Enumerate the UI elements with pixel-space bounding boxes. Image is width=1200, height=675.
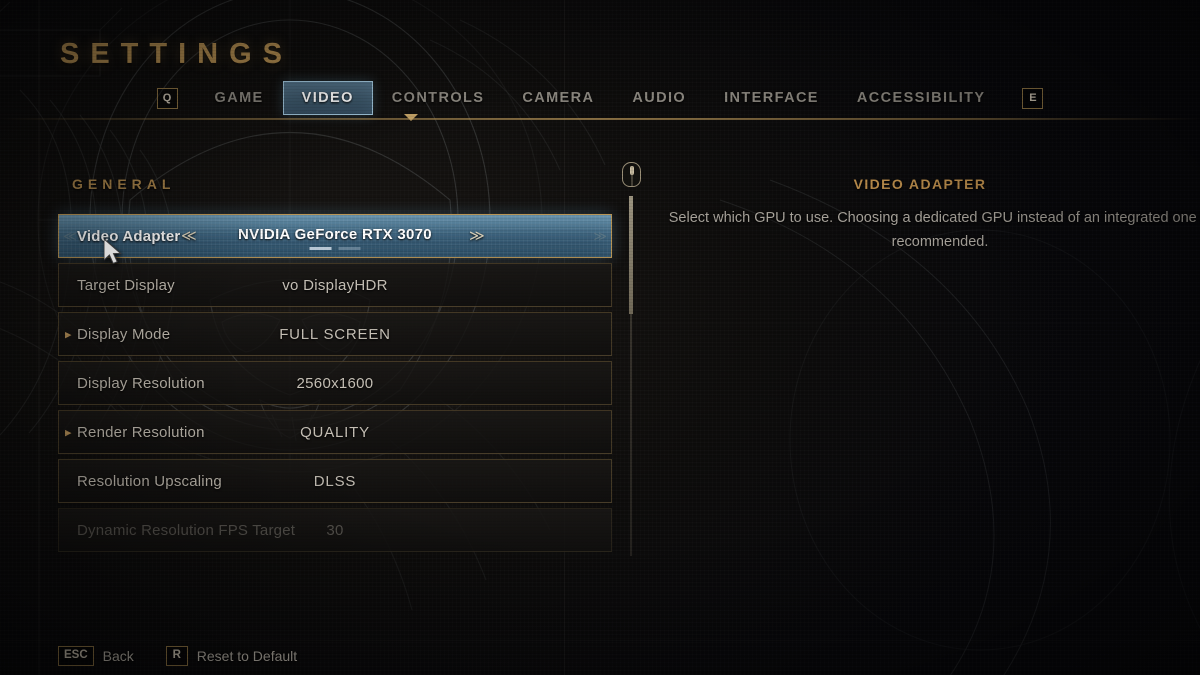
option-label-display-resolution: Display Resolution — [77, 374, 205, 392]
tab-camera[interactable]: CAMERA — [503, 81, 613, 115]
tab-interface[interactable]: INTERFACE — [705, 81, 838, 115]
option-row-display-resolution[interactable]: Display Resolution 2560x1600 — [58, 361, 612, 405]
tab-prev-key-hint[interactable]: Q — [156, 87, 178, 109]
option-row-dynamic-resolution-fps-target: Dynamic Resolution FPS Target 30 — [58, 508, 612, 552]
option-row-display-mode[interactable]: ▸ Display Mode FULL SCREEN — [58, 312, 612, 356]
mouse-scroll-icon — [622, 162, 641, 187]
option-label-resolution-upscaling: Resolution Upscaling — [77, 472, 222, 490]
footer-action-reset-to-default[interactable]: R Reset to Default — [165, 646, 298, 666]
tab-video[interactable]: VIDEO — [282, 81, 373, 115]
description-title: VIDEO ADAPTER — [853, 176, 987, 192]
page-dot-inactive — [338, 247, 361, 250]
option-label-display-mode: Display Mode — [77, 325, 171, 343]
row-decor-chevron-left-icon: ≪ — [63, 228, 77, 244]
settings-option-list: ≪ Video Adapter ≪ NVIDIA GeForce RTX 307… — [58, 214, 612, 557]
option-row-render-resolution[interactable]: ▸ Render Resolution QUALITY — [58, 410, 612, 454]
settings-tab-bar: Q GAME VIDEO CONTROLS CAMERA AUDIO INTER… — [0, 78, 1200, 118]
page-title: SETTINGS — [60, 38, 294, 70]
description-body: Select which GPU to use. Choosing a dedi… — [668, 210, 1200, 250]
row-decor-chevron-right-icon: ≫ — [593, 228, 607, 244]
tab-active-marker-icon — [404, 114, 418, 121]
option-row-resolution-upscaling[interactable]: Resolution Upscaling DLSS — [58, 459, 612, 503]
tab-audio[interactable]: AUDIO — [613, 81, 705, 115]
footer-action-back[interactable]: ESC Back — [58, 646, 134, 666]
footer-hint-bar: ESC Back R Reset to Default — [58, 646, 297, 666]
tab-accessibility[interactable]: ACCESSIBILITY — [838, 81, 1005, 115]
tabbar-divider — [0, 118, 1200, 120]
footer-key-esc: ESC — [58, 646, 94, 666]
value-prev-chevron-icon[interactable]: ≪ — [181, 229, 197, 244]
option-row-video-adapter[interactable]: ≪ Video Adapter ≪ NVIDIA GeForce RTX 307… — [58, 214, 612, 258]
tab-next-key-hint[interactable]: E — [1022, 87, 1044, 109]
tab-game[interactable]: GAME — [196, 81, 283, 115]
footer-key-r: R — [165, 646, 188, 666]
settings-scrollbar-thumb[interactable] — [629, 196, 633, 314]
option-label-render-resolution: Render Resolution — [77, 423, 205, 441]
option-row-target-display[interactable]: Target Display vo DisplayHDR — [58, 263, 612, 307]
option-label-dynamic-resolution-fps-target: Dynamic Resolution FPS Target — [77, 521, 296, 539]
option-label-video-adapter: Video Adapter — [77, 227, 181, 245]
page-dot-active — [309, 247, 332, 250]
option-label-target-display: Target Display — [77, 276, 175, 294]
value-next-chevron-icon[interactable]: ≫ — [469, 229, 485, 244]
expand-arrow-icon: ▸ — [65, 424, 72, 440]
option-page-indicator — [309, 247, 361, 250]
footer-label-back: Back — [102, 648, 134, 664]
tab-controls[interactable]: CONTROLS — [373, 81, 504, 115]
footer-label-reset: Reset to Default — [196, 648, 298, 664]
expand-arrow-icon: ▸ — [65, 326, 72, 342]
section-heading-general: GENERAL — [72, 176, 176, 192]
